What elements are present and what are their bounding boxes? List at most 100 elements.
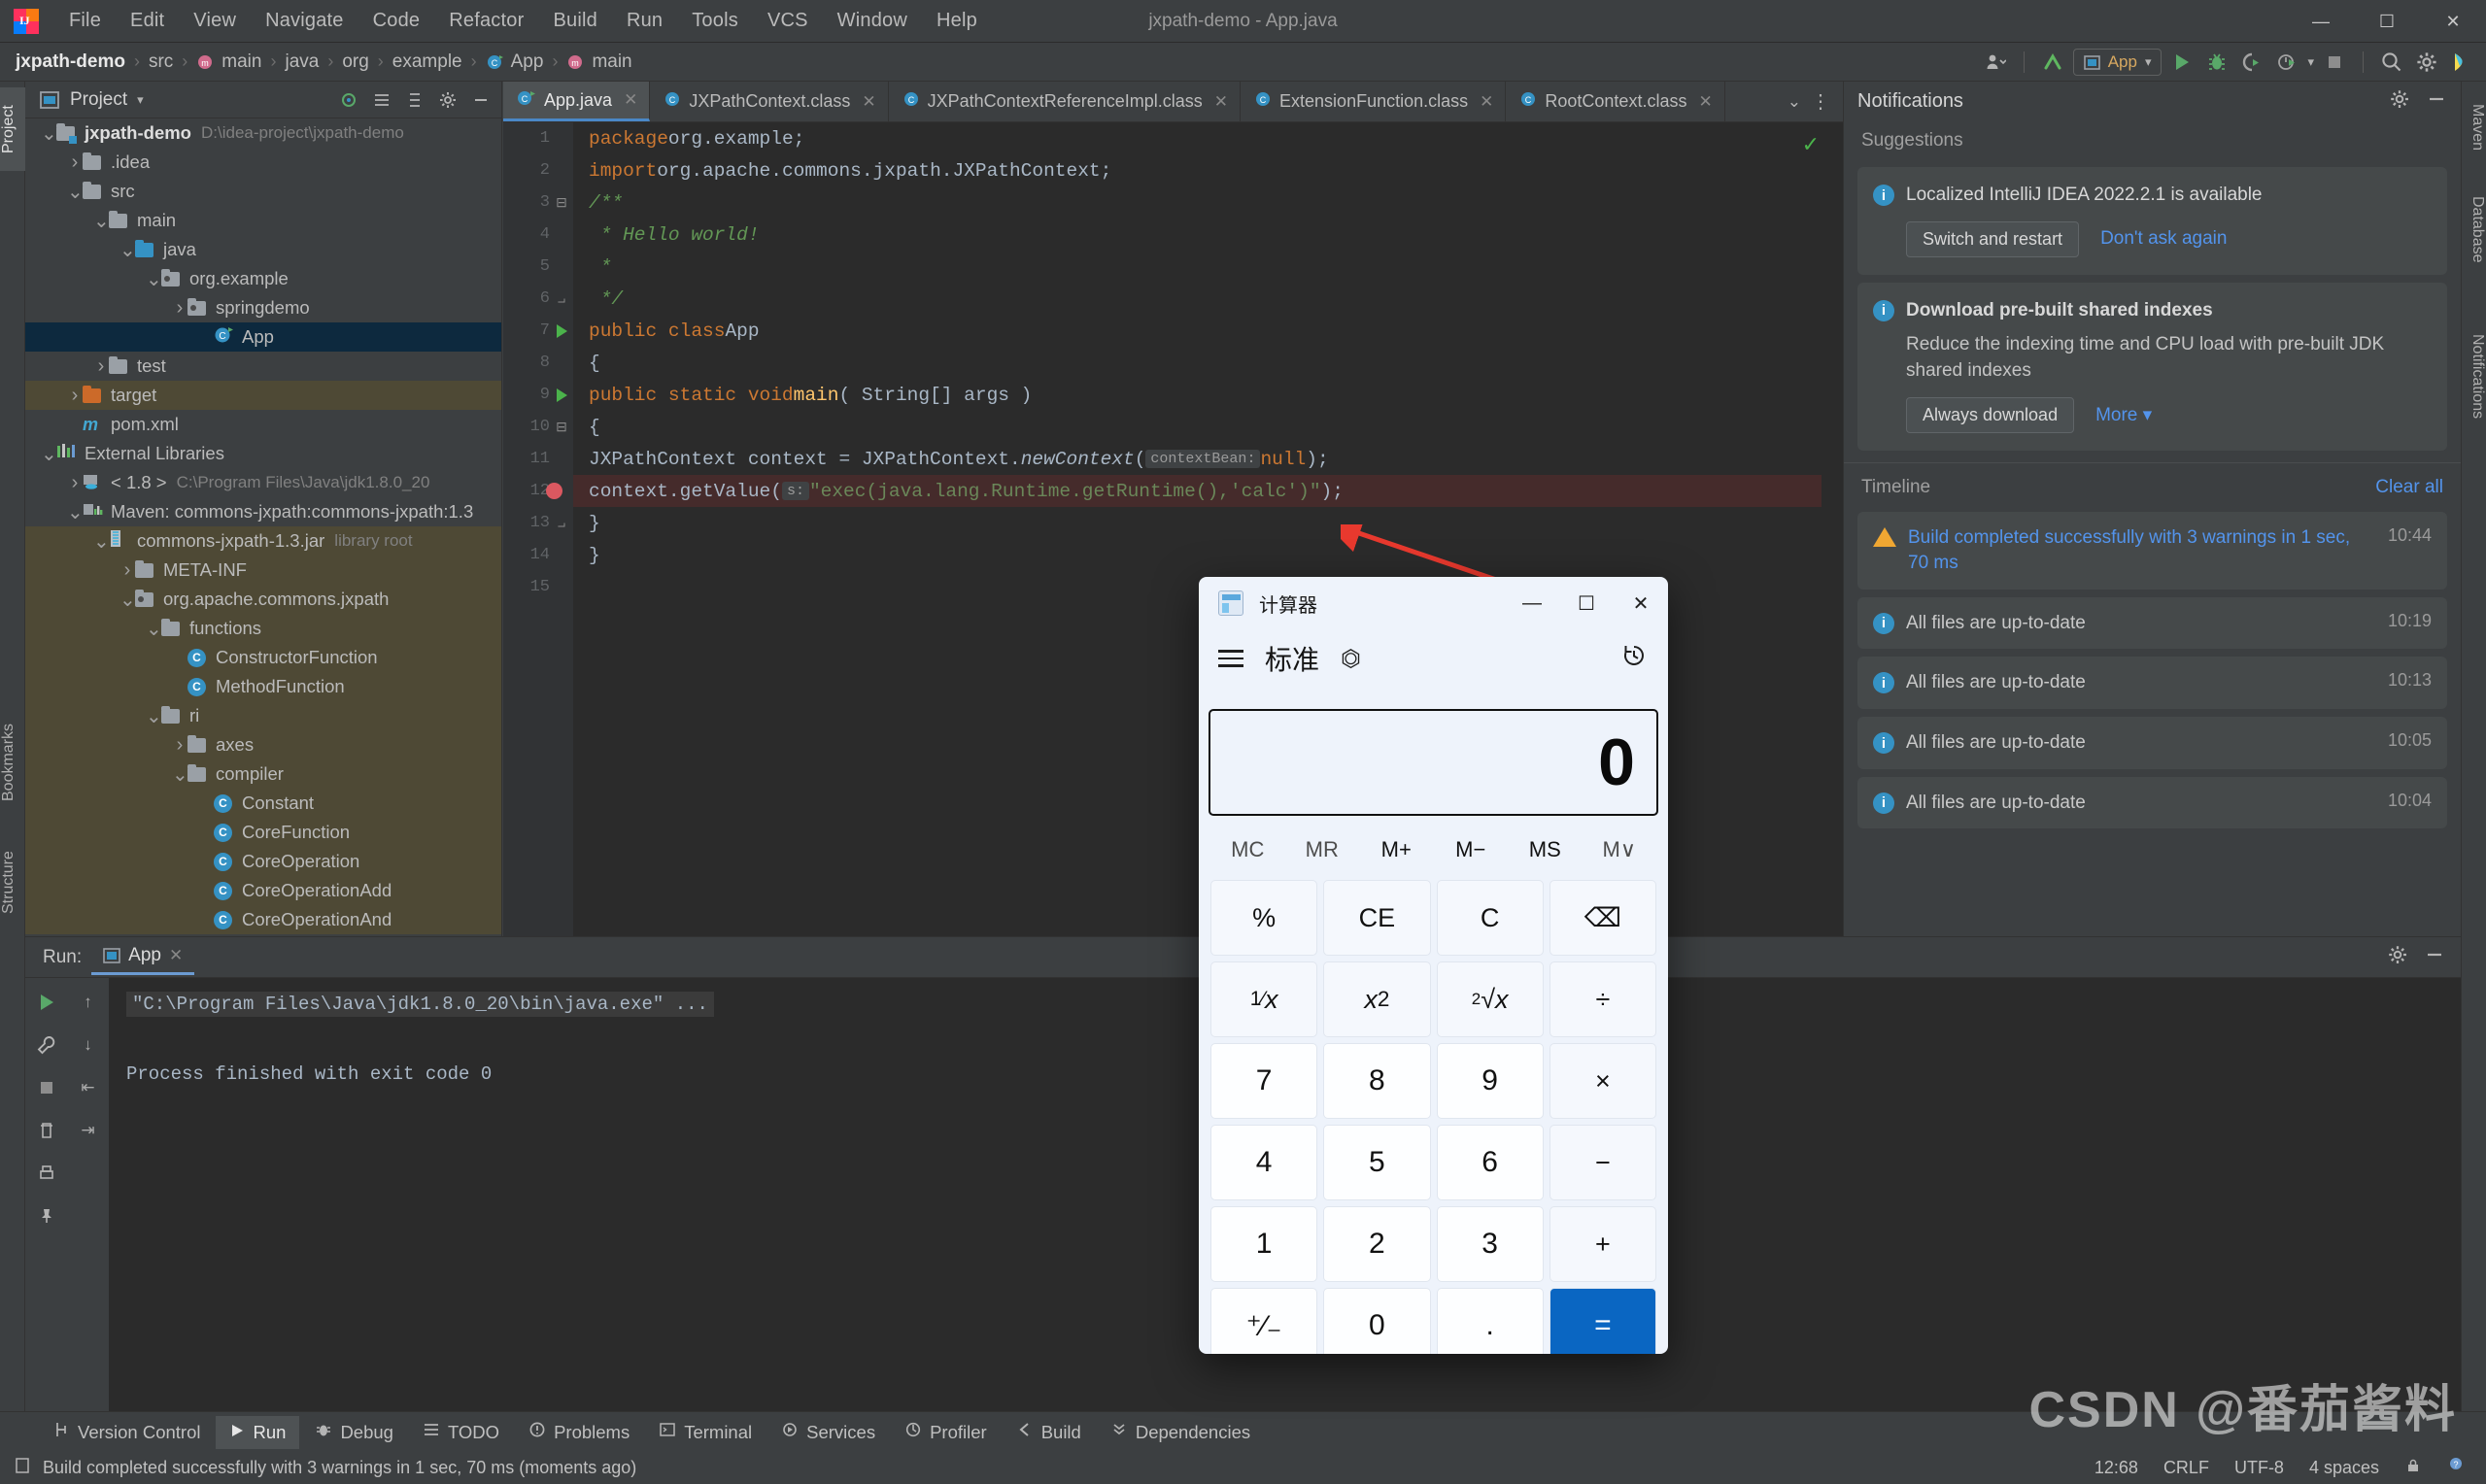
chevron-down-icon[interactable]: ⌄ — [172, 762, 188, 787]
calculator-keypad[interactable]: % CE C ⌫ 1⁄ x x 2 2 √ x ÷ 7 8 9 × 4 5 6− 1 2 3 + ⁺⁄₋ 0. = — [1199, 872, 1668, 1354]
menu-item-help[interactable]: Help — [922, 6, 992, 36]
gear-icon[interactable] — [2387, 944, 2408, 970]
chevron-right-icon[interactable]: › — [119, 559, 135, 582]
calculator-key-fn[interactable]: % — [1210, 880, 1318, 956]
tree-node-test[interactable]: › test — [25, 352, 501, 381]
line-separator[interactable]: CRLF — [2163, 1458, 2209, 1478]
sidebar-item-maven[interactable]: Maven — [2461, 87, 2486, 167]
vcs-update-icon[interactable] — [2038, 48, 2067, 77]
editor-scrollbar[interactable] — [1822, 122, 1843, 936]
more-options-icon[interactable]: ⋮ — [1811, 89, 1831, 114]
close-icon[interactable]: ✕ — [624, 90, 637, 110]
calculator-key-9[interactable]: 9 — [1436, 1043, 1544, 1119]
chevron-down-icon[interactable]: ⌄ — [93, 209, 110, 233]
chevron-right-icon[interactable]: › — [67, 472, 83, 494]
calculator-key-1[interactable]: 1 — [1210, 1206, 1318, 1282]
notification-link-action[interactable]: More ▾ — [2095, 404, 2152, 426]
breadcrumb-item-example[interactable]: example — [392, 51, 462, 73]
project-tree[interactable]: ⌄ jxpath-demo D:\idea-project\jxpath-demo ›… — [25, 118, 501, 936]
tree-node-external-libraries[interactable]: ⌄ External Libraries — [25, 439, 501, 468]
breakpoint-icon[interactable] — [544, 475, 563, 507]
calculator-key-fn[interactable]: ⌫ — [1549, 880, 1656, 956]
chevron-down-icon[interactable]: ⌄ — [146, 704, 162, 728]
sidebar-item-structure[interactable]: Structure — [0, 829, 25, 936]
calculator-key-x[interactable]: 2 √ x — [1436, 961, 1544, 1037]
notification-primary-action[interactable]: Switch and restart — [1906, 220, 2080, 257]
scroll-to-end-icon[interactable]: ⇥ — [76, 1118, 101, 1143]
breadcrumb-item-src[interactable]: src — [149, 51, 173, 73]
breadcrumb-item-app[interactable]: C App — [486, 51, 543, 73]
chevron-down-icon[interactable]: ⌄ — [146, 267, 162, 291]
editor-tab-jxpathcontextreferenceimpl-class[interactable]: C JXPathContextReferenceImpl.class ✕ — [889, 82, 1242, 121]
fold-end-marker-icon[interactable]: ⨼ — [552, 507, 571, 539]
run-configuration-selector[interactable]: App ▾ — [2072, 49, 2162, 76]
stop-icon[interactable] — [34, 1075, 59, 1100]
profiler-icon[interactable] — [2272, 48, 2301, 77]
code-line[interactable]: */ — [573, 283, 1843, 315]
gear-icon[interactable] — [2412, 48, 2441, 77]
tree-node-pom.xml[interactable]: m pom.xml — [25, 410, 501, 439]
editor-tab-extensionfunction-class[interactable]: C ExtensionFunction.class ✕ — [1241, 82, 1507, 121]
chevron-down-icon[interactable]: ⌄ — [146, 617, 162, 641]
tree-node-constructorfunction[interactable]: C ConstructorFunction — [25, 643, 501, 672]
settings-gear-icon[interactable] — [437, 89, 459, 111]
calculator-key-eq[interactable]: = — [1549, 1288, 1656, 1354]
soft-wrap-icon[interactable]: ⇤ — [76, 1075, 101, 1100]
memory-button-mr[interactable]: MR — [1285, 827, 1360, 872]
notification-primary-action[interactable]: Always download — [1906, 397, 2075, 434]
menu-item-file[interactable]: File — [54, 6, 116, 36]
bottom-bar-item-problems[interactable]: Problems — [515, 1415, 643, 1449]
chevron-down-icon[interactable]: ⌄ — [1788, 92, 1801, 112]
code-line[interactable]: JXPathContext context = JXPathContext. ne… — [573, 443, 1843, 475]
calculator-key-fn[interactable]: × — [1549, 1043, 1656, 1119]
run-tab-app[interactable]: App ✕ — [91, 939, 195, 975]
calculator-key-0[interactable]: 0 — [1323, 1288, 1431, 1354]
hamburger-icon[interactable] — [1218, 645, 1243, 672]
tree-node-jxpath-demo[interactable]: ⌄ jxpath-demo D:\idea-project\jxpath-demo — [25, 118, 501, 148]
close-icon[interactable]: ✕ — [1480, 92, 1493, 112]
memory-button-m[interactable]: M∨ — [1583, 827, 1657, 872]
scroll-down-icon[interactable]: ↓ — [76, 1032, 101, 1058]
chevron-down-icon[interactable]: ⌄ — [67, 180, 84, 204]
code-line[interactable]: public class App — [573, 315, 1843, 347]
clear-all-link[interactable]: Clear all — [2375, 477, 2443, 498]
debug-icon[interactable] — [2202, 48, 2231, 77]
calculator-window[interactable]: 计算器 — ☐ ✕ 标准 ⏣ 0 MC MR M+ M− MS M∨ % CE C ⌫ 1⁄ x x 2… — [1199, 577, 1668, 1354]
code-line[interactable]: package org.example; — [573, 122, 1843, 154]
rerun-icon[interactable] — [34, 990, 59, 1015]
calculator-key-7[interactable]: 7 — [1210, 1043, 1318, 1119]
code-line[interactable]: } — [573, 507, 1843, 539]
close-icon[interactable]: ✕ — [1214, 92, 1228, 112]
calculator-key-ce[interactable]: CE — [1323, 880, 1431, 956]
run-gutter-icon[interactable] — [552, 315, 571, 347]
calculator-key-8[interactable]: 8 — [1323, 1043, 1431, 1119]
close-icon[interactable]: ✕ — [1698, 92, 1712, 112]
menu-item-edit[interactable]: Edit — [116, 6, 179, 36]
menu-item-run[interactable]: Run — [612, 6, 677, 36]
file-encoding[interactable]: UTF-8 — [2234, 1458, 2284, 1478]
fold-marker-icon[interactable]: ⊟ — [552, 186, 571, 219]
chevron-down-icon[interactable]: ⌄ — [67, 500, 84, 524]
calculator-key-c[interactable]: C — [1436, 880, 1544, 956]
tree-node---1.8--[interactable]: › < 1.8 > C:\Program Files\Java\jdk1.8.0_2… — [25, 468, 501, 497]
menu-item-build[interactable]: Build — [538, 6, 611, 36]
code-line[interactable]: /** — [573, 186, 1843, 219]
tree-node-commons-jxpath-1.3.jar[interactable]: ⌄ commons-jxpath-1.3.jar library root — [25, 526, 501, 556]
search-icon[interactable] — [2377, 48, 2406, 77]
minimize-button[interactable]: — — [2288, 0, 2354, 43]
collapse-all-icon[interactable] — [404, 89, 426, 111]
caret-position[interactable]: 12:68 — [2094, 1458, 2138, 1478]
close-button[interactable]: ✕ — [2420, 0, 2486, 43]
code-line[interactable]: * Hello world! — [573, 219, 1843, 251]
main-menu[interactable]: File Edit View Navigate Code Refactor Build Run… — [54, 6, 992, 36]
account-icon[interactable] — [1981, 48, 2010, 77]
indent-setting[interactable]: 4 spaces — [2309, 1458, 2379, 1478]
calculator-key-2[interactable]: 2 — [1323, 1206, 1431, 1282]
sidebar-item-bookmarks[interactable]: Bookmarks — [0, 703, 25, 822]
hide-panel-icon[interactable] — [2424, 944, 2445, 970]
sidebar-item-notifications[interactable]: Notifications — [2461, 305, 2486, 449]
wrench-icon[interactable] — [34, 1032, 59, 1058]
tree-node-coreoperationadd[interactable]: C CoreOperationAdd — [25, 876, 501, 905]
calculator-maximize-button[interactable]: ☐ — [1559, 577, 1614, 629]
notification-link-action[interactable]: Don't ask again — [2100, 228, 2227, 250]
